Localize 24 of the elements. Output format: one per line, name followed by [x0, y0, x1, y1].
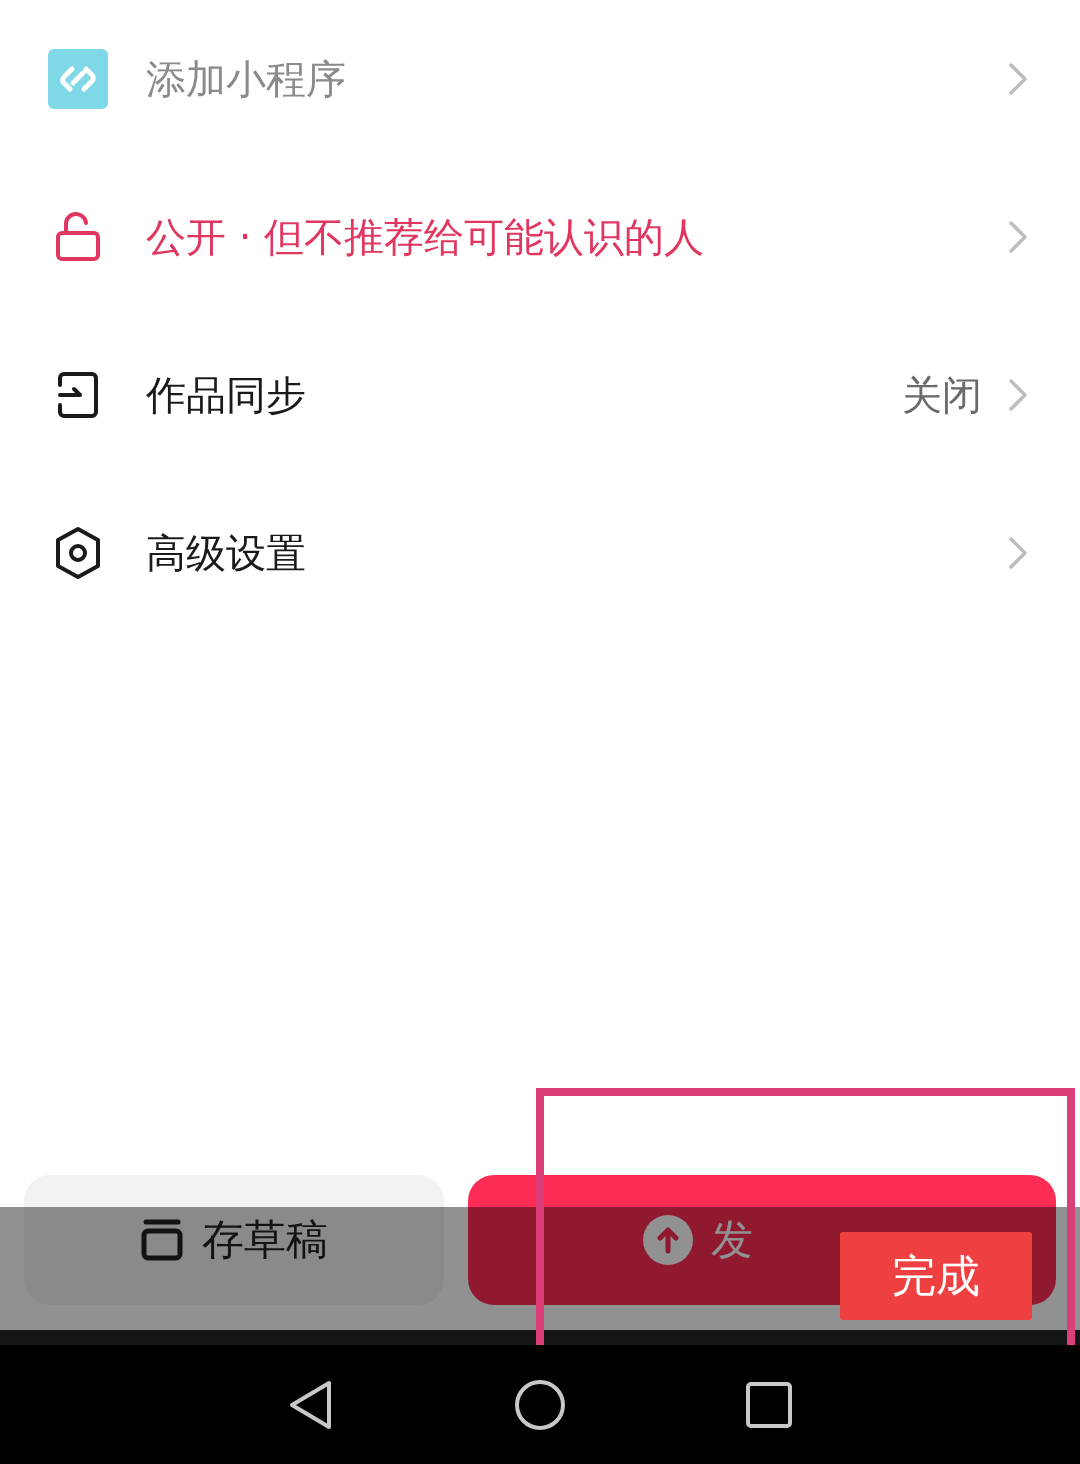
- sign-in-icon: [56, 371, 100, 419]
- row-value: 关闭: [902, 370, 982, 420]
- row-label: 高级设置: [146, 528, 307, 578]
- upload-icon: [642, 1215, 693, 1265]
- row-label: 添加小程序: [146, 54, 347, 104]
- settings-row[interactable]: 添加小程序: [0, 0, 1080, 158]
- recents-icon[interactable]: [746, 1381, 792, 1428]
- row-label: 作品同步: [146, 370, 307, 420]
- done-toast[interactable]: 完成: [840, 1232, 1032, 1320]
- unlock-icon: [54, 211, 102, 263]
- settings-row[interactable]: 作品同步 关闭: [0, 316, 1080, 474]
- chevron-right-icon: [1008, 62, 1028, 96]
- row-label: 公开 · 但不推荐给可能认识的人: [146, 212, 706, 262]
- back-icon[interactable]: [288, 1378, 334, 1431]
- chevron-right-icon: [1008, 220, 1028, 254]
- link-app-icon: [48, 49, 108, 109]
- settings-icon: [53, 526, 103, 580]
- settings-row[interactable]: 高级设置: [0, 474, 1080, 632]
- tray-icon: [139, 1218, 184, 1262]
- draft-button[interactable]: 存草稿: [24, 1175, 444, 1305]
- chevron-right-icon: [1008, 536, 1028, 570]
- settings-row[interactable]: 公开 · 但不推荐给可能认识的人: [0, 158, 1080, 316]
- chevron-right-icon: [1008, 378, 1028, 412]
- home-icon[interactable]: [514, 1378, 566, 1431]
